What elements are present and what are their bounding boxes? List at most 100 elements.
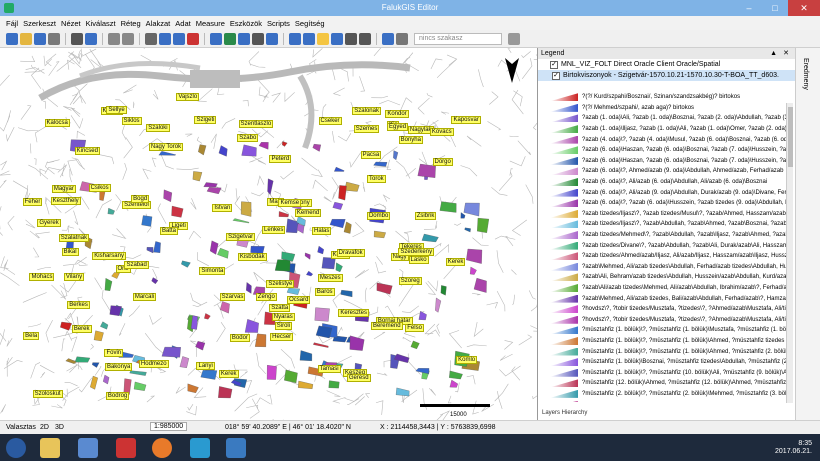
place-label[interactable]: Kerek: [445, 258, 466, 267]
open-icon[interactable]: [20, 32, 32, 45]
place-label[interactable]: Keszthely: [50, 197, 81, 206]
legend-item[interactable]: ?müsztahfiz (1. bölük)\?, ?müsztahfiz (1…: [550, 346, 790, 357]
place-label[interactable]: Szalonak: [352, 106, 381, 115]
place-label[interactable]: Vajszlo: [176, 93, 200, 102]
legend-item[interactable]: ?azab (6. oda)\?, Ali/azab (6. oda)\Abdu…: [550, 177, 790, 188]
place-label[interactable]: Dombo: [366, 212, 391, 221]
place-label[interactable]: Batta: [159, 226, 178, 235]
place-label[interactable]: Fovin: [104, 349, 124, 358]
place-label[interactable]: Dorgo: [432, 158, 453, 167]
legend-item[interactable]: ?(?/ Kurd/szpahi/Bosznai/, Szinan/szandz…: [550, 92, 790, 103]
parcel-shape[interactable]: [250, 246, 265, 254]
search-icon[interactable]: [508, 32, 520, 45]
parcel-shape[interactable]: [439, 201, 457, 213]
place-label[interactable]: Kincsed: [74, 147, 100, 156]
place-label[interactable]: Nyaras: [271, 312, 295, 321]
menu-select[interactable]: Kiválaszt: [86, 19, 116, 28]
legend-sublayer[interactable]: ✓ Birtokviszonyok - Szigetvár-1570.10.21…: [538, 70, 795, 81]
legend-scrollbar[interactable]: [786, 103, 793, 403]
legend-item[interactable]: ?azab tizedes/Divane\?, ?azab\Abdullah, …: [550, 240, 790, 251]
place-label[interactable]: Sellye: [106, 105, 127, 114]
save-all-icon[interactable]: [48, 32, 60, 45]
pin-icon[interactable]: ▲: [770, 48, 777, 59]
place-label[interactable]: Torok: [366, 175, 386, 184]
app-red-icon[interactable]: [116, 438, 136, 458]
place-label[interactable]: Tamasi: [317, 364, 341, 373]
place-label[interactable]: Ocsard: [287, 296, 311, 305]
place-label[interactable]: Szigeti: [194, 116, 217, 125]
menu-edit[interactable]: Szerkeszt: [23, 19, 56, 28]
refresh-icon[interactable]: [266, 32, 278, 45]
legend-item[interactable]: ?azab tizedes/Iljasz\?, ?azab\Abdullah, …: [550, 219, 790, 230]
parcel-shape[interactable]: [274, 259, 291, 272]
undo-icon[interactable]: [108, 32, 120, 45]
legend-item[interactable]: ?müsztahfiz (1. bölük)\?, ?müsztahfiz (1…: [550, 325, 790, 336]
gis-app-icon[interactable]: [226, 438, 246, 458]
place-label[interactable]: Komlo: [456, 355, 478, 364]
legend-item[interactable]: ?azab\Mehmed, Ali/azab tizedes, Bali/aza…: [550, 293, 790, 304]
menu-tools[interactable]: Eszközök: [230, 19, 262, 28]
legend-item[interactable]: ?azab\Ali/azab tizedes\Mehmed, Ali/azab\…: [550, 283, 790, 294]
place-label[interactable]: Baros: [314, 288, 335, 297]
legend-item[interactable]: ?azab tizedes/Iljasz\?, ?azab tizedes/Mu…: [550, 209, 790, 220]
legend-item[interactable]: ?azab (6. oda)\?, Ali/azab (9. oda)\Abdu…: [550, 187, 790, 198]
legend-layer[interactable]: ✓ MNL_VIZ_FOLT Direct Oracle Client Orac…: [538, 59, 795, 70]
legend-item[interactable]: ?azab tizedes/Mehmed\?, ?azab\Abdullah, …: [550, 230, 790, 241]
place-label[interactable]: Siklos: [121, 117, 142, 126]
place-label[interactable]: Cseker: [318, 117, 342, 126]
menu-file[interactable]: Fájl: [6, 19, 18, 28]
menu-help[interactable]: Segítség: [295, 19, 325, 28]
legend-item[interactable]: ?müsztahfiz (12. bölük)\Ahmed, ?müsztahf…: [550, 378, 790, 389]
parcel-shape[interactable]: [314, 307, 330, 322]
place-label[interactable]: Szabo: [237, 134, 259, 143]
place-label[interactable]: Halas: [312, 227, 332, 236]
zoom-in-icon[interactable]: [289, 32, 301, 45]
place-label[interactable]: Kisharsany: [92, 251, 126, 260]
zoom-out-icon[interactable]: [303, 32, 315, 45]
legend-item[interactable]: ?azab (4. oda)\?, ?azab (4. oda)\Musul, …: [550, 134, 790, 145]
place-label[interactable]: Szabad: [124, 261, 149, 270]
place-label[interactable]: Hodmezo: [138, 359, 169, 368]
place-label[interactable]: Szigetvar: [226, 233, 256, 242]
delete-icon[interactable]: [187, 32, 199, 45]
place-label[interactable]: Bodor: [229, 333, 250, 342]
place-label[interactable]: Lanyi: [196, 362, 215, 371]
place-label[interactable]: Szatta: [269, 304, 291, 313]
cut-icon[interactable]: [145, 32, 157, 45]
maximize-button[interactable]: □: [762, 0, 788, 16]
print-icon[interactable]: [71, 32, 83, 45]
firefox-icon[interactable]: [152, 438, 172, 458]
place-label[interactable]: Lenkes: [261, 225, 286, 234]
place-label[interactable]: Lasko: [408, 255, 429, 264]
status-2d[interactable]: 2D: [40, 424, 49, 431]
legend-item[interactable]: ?müsztahfiz (2. bölük)\?, ?müsztahfiz (3…: [550, 399, 790, 402]
status-3d[interactable]: 3D: [55, 424, 64, 431]
info-icon[interactable]: [331, 32, 343, 45]
legend-item[interactable]: ?hovdsz\?, ?tobir tizedes/Musztafa, ?tiz…: [550, 304, 790, 315]
parcel-shape[interactable]: [328, 380, 340, 389]
minimize-button[interactable]: –: [736, 0, 762, 16]
place-label[interactable]: Kalocsa: [44, 118, 70, 127]
place-label[interactable]: Gyerek: [37, 218, 61, 227]
legend-item[interactable]: ?müsztahfiz (1. bölük)\?, ?müsztahfiz (1…: [550, 336, 790, 347]
place-label[interactable]: Felso: [405, 323, 424, 332]
place-label[interactable]: Keresztes: [338, 309, 370, 318]
menu-shape[interactable]: Alakzat: [146, 19, 171, 28]
place-label[interactable]: Kemend: [294, 208, 322, 217]
place-label[interactable]: Kerek: [218, 369, 239, 378]
place-label[interactable]: Szarvas: [219, 293, 246, 302]
map-canvas[interactable]: 15000 Szalonak Szatta Bornai hatar Kincsed L…: [0, 48, 537, 420]
place-label[interactable]: Peterd: [269, 155, 292, 164]
legend-item[interactable]: ?müsztahfiz (1. bölük)\?, ?müsztahfiz (1…: [550, 367, 790, 378]
legend-item[interactable]: ?müsztahfiz (1. bölük)\Bosznai, ?müsztah…: [550, 357, 790, 368]
measure-icon[interactable]: [345, 32, 357, 45]
close-button[interactable]: ✕: [788, 0, 820, 16]
legend-item[interactable]: ?azab (6. oda)\Haszan, ?azab (6. oda)\Bo…: [550, 145, 790, 156]
legend-item[interactable]: ?müsztahfiz (2. bölük)\?, ?müsztahfiz (2…: [550, 389, 790, 400]
place-label[interactable]: Dravafok: [336, 248, 365, 257]
place-label[interactable]: Szelistye: [266, 279, 295, 288]
legend-item[interactable]: ?azab (6. oda)\?, ?azab (6. oda)\Husszei…: [550, 198, 790, 209]
explorer-icon[interactable]: [40, 438, 60, 458]
skype-icon[interactable]: [190, 438, 210, 458]
redo-icon[interactable]: [122, 32, 134, 45]
